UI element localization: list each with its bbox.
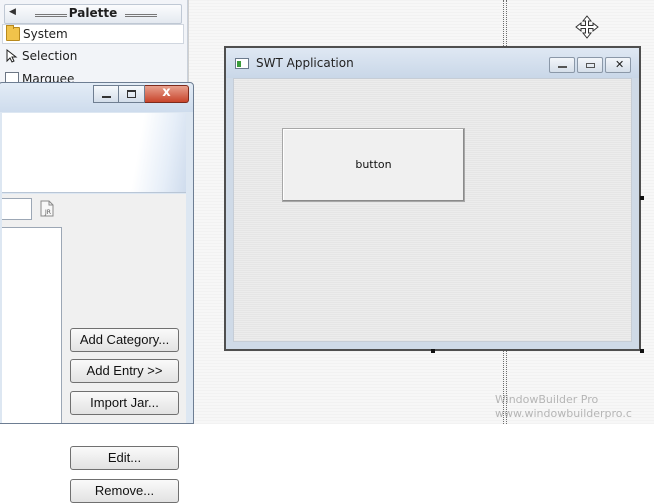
svg-text:JR: JR [44, 209, 51, 216]
shell-window-controls: ✕ [547, 57, 631, 73]
selection-arrow-icon [6, 49, 18, 63]
close-icon[interactable]: x [145, 85, 189, 103]
jar-file-icon[interactable]: JR [39, 200, 55, 217]
edit-button[interactable]: Edit... [70, 446, 179, 470]
header-grip-right [125, 14, 157, 17]
shell-title: SWT Application [256, 56, 354, 70]
dialog-window-controls: x [93, 85, 189, 103]
palette-category-system[interactable]: System [2, 24, 184, 44]
maximize-icon[interactable] [119, 85, 145, 103]
dialog-content: JR Add Category... Add Entry >> Import J… [2, 194, 186, 503]
close-icon[interactable]: ✕ [605, 57, 631, 73]
remove-button[interactable]: Remove... [70, 479, 179, 503]
swt-shell-window[interactable]: SWT Application ✕ button [224, 46, 641, 351]
resize-handle-bottom-right[interactable] [640, 349, 644, 353]
folder-icon [6, 25, 20, 41]
design-button[interactable]: button [282, 128, 465, 202]
minimize-icon[interactable] [93, 85, 119, 103]
minimize-icon[interactable] [549, 57, 575, 73]
app-window-icon [235, 58, 249, 69]
add-entry-button[interactable]: Add Entry >> [70, 359, 179, 383]
dialog-titlebar[interactable]: x [0, 83, 193, 112]
watermark-line2: www.windowbuilderpro.c [495, 407, 632, 420]
palette-manager-dialog: x JR Add Category... Add Entry >> Import… [0, 82, 194, 503]
watermark-line1: WindowBuilder Pro [495, 393, 599, 406]
palette-entry-list[interactable] [2, 227, 62, 423]
palette-item-label: Selection [22, 49, 78, 63]
resize-handle-bottom[interactable] [431, 349, 435, 353]
shell-client-area[interactable]: button [233, 78, 632, 342]
palette-item-selection[interactable]: Selection [2, 47, 184, 67]
shell-titlebar[interactable]: SWT Application ✕ [226, 48, 639, 78]
move-cursor-icon [575, 15, 599, 39]
watermark: WindowBuilder Pro www.windowbuilderpro.c [495, 393, 632, 421]
add-category-button[interactable]: Add Category... [70, 328, 179, 352]
palette-item-label: System [23, 27, 68, 41]
palette-title: Palette [68, 6, 118, 20]
resize-handle-right[interactable] [640, 196, 644, 200]
import-jar-button[interactable]: Import Jar... [70, 391, 179, 415]
dialog-banner [2, 113, 186, 193]
palette-header[interactable]: ◀ Palette [4, 4, 182, 24]
maximize-icon[interactable] [577, 57, 603, 73]
jar-path-input[interactable] [2, 198, 32, 220]
